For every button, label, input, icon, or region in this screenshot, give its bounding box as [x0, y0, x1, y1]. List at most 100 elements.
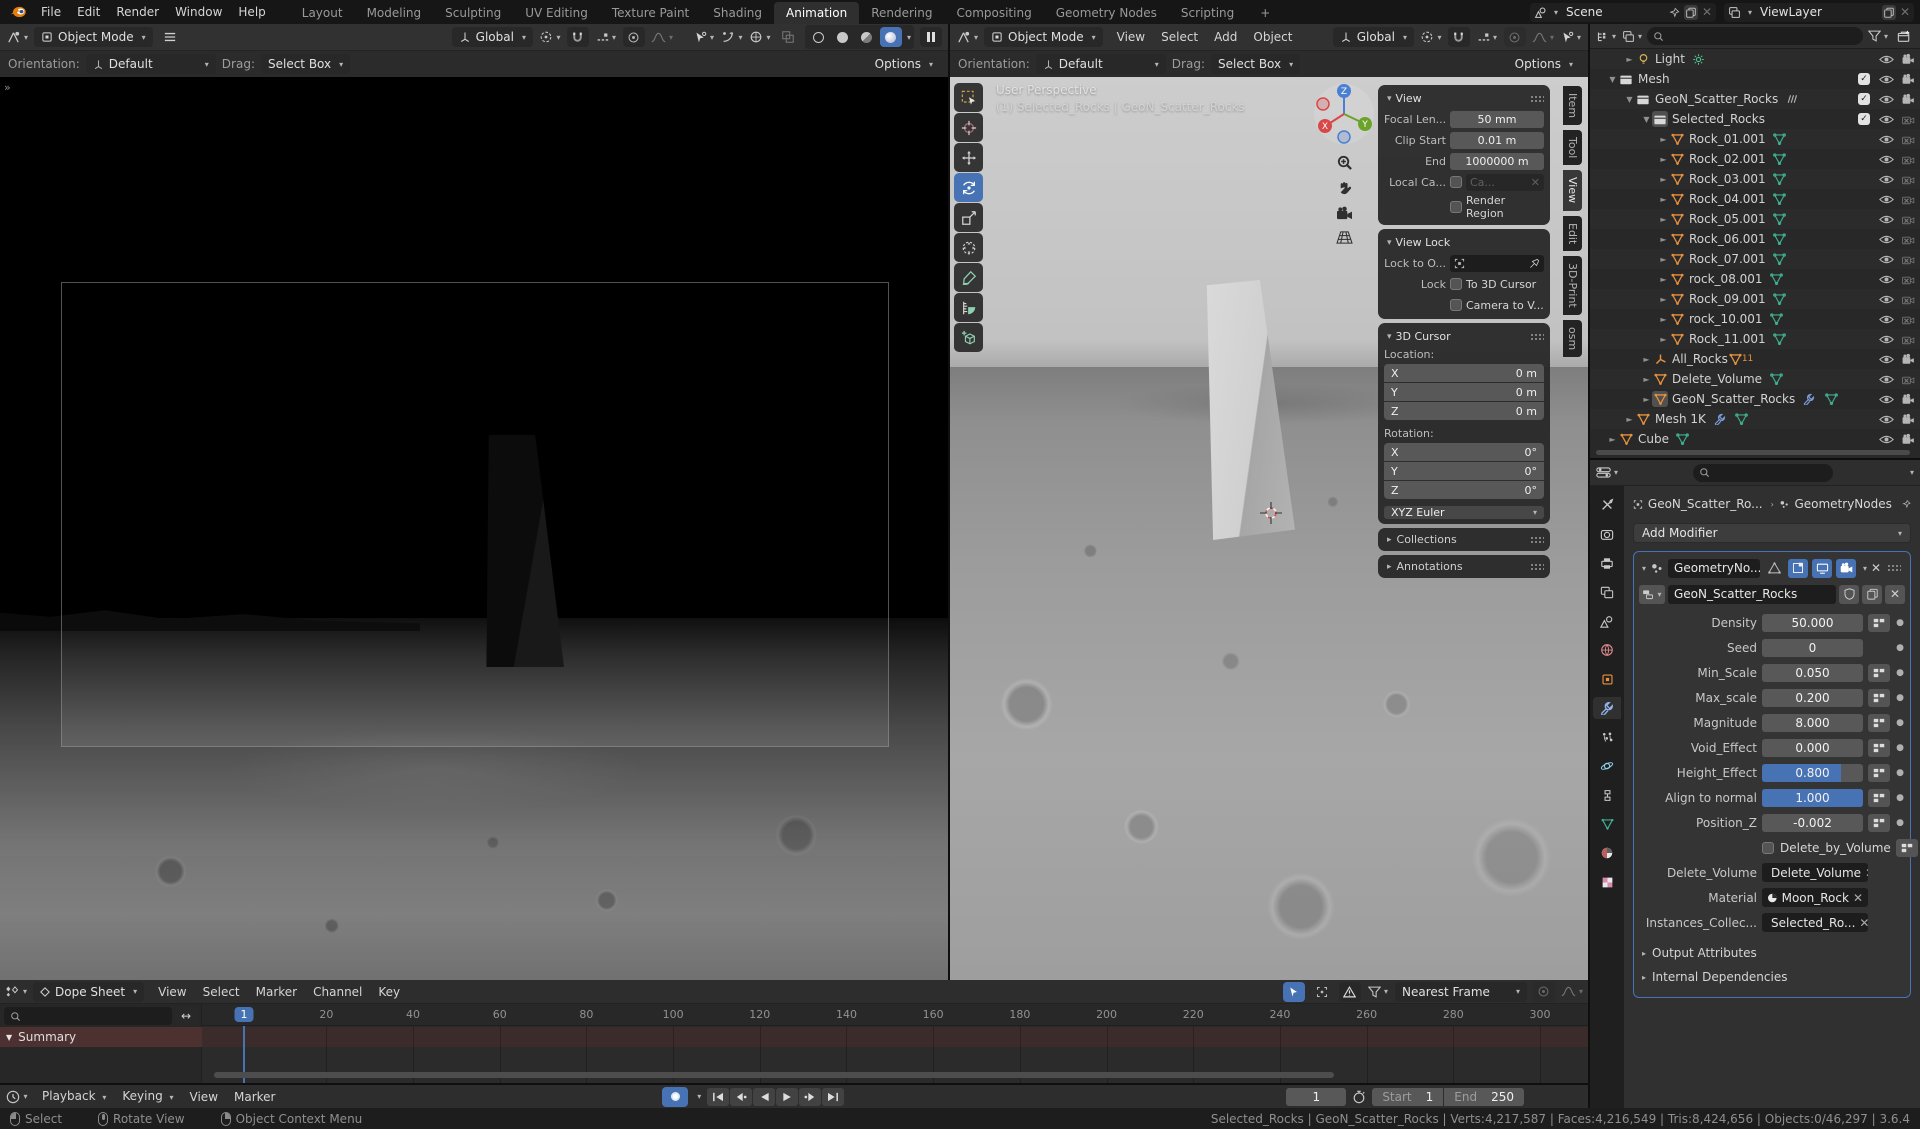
outliner-filter-icon[interactable]: ▾ — [1867, 26, 1889, 46]
checkbox[interactable]: ✓ — [1856, 111, 1872, 127]
render-disabled-toggle[interactable] — [1900, 211, 1916, 227]
lock-3d-cursor-checkbox[interactable] — [1450, 278, 1462, 290]
modifier-drag-handle[interactable] — [1887, 564, 1902, 572]
render-disabled-toggle[interactable] — [1900, 371, 1916, 387]
outliner-item-label[interactable]: Rock_09.001 — [1689, 292, 1766, 306]
input-attribute-toggle[interactable] — [1868, 813, 1890, 832]
scene-selector[interactable]: ▾ Scene ✕ — [1530, 2, 1716, 22]
workspace-tab-texture-paint[interactable]: Texture Paint — [600, 2, 701, 24]
expand-arrow-icon[interactable]: ► — [1641, 395, 1652, 404]
outliner-scrollbar[interactable] — [1596, 450, 1910, 455]
field-value-seed[interactable]: 0 — [1762, 638, 1863, 657]
camera-to-view-checkbox[interactable] — [1450, 299, 1462, 311]
viewport-menu-add[interactable]: Add — [1206, 25, 1245, 49]
properties-search-input[interactable] — [1692, 463, 1833, 482]
outliner-row[interactable]: ► Rock_02.001 — [1590, 149, 1920, 169]
outliner-item-label[interactable]: Mesh — [1638, 72, 1670, 86]
outliner-row[interactable]: ► GeoN_Scatter_Rocks — [1590, 389, 1920, 409]
fake-user-shield-icon[interactable] — [1839, 584, 1859, 604]
expand-arrow-icon[interactable]: ► — [1658, 215, 1669, 224]
field-value-position-z[interactable]: -0.002 — [1762, 813, 1863, 832]
expand-arrow-icon[interactable]: ► — [1658, 335, 1669, 344]
mode-dropdown[interactable]: Object Mode ▾ — [984, 27, 1103, 47]
hide-viewport-toggle[interactable] — [1878, 291, 1894, 307]
outliner-item-label[interactable]: Rock_07.001 — [1689, 252, 1766, 266]
viewport-right-canvas[interactable]: User Perspective (1) Selected_Rocks | Ge… — [950, 77, 1588, 980]
render-disabled-toggle[interactable] — [1900, 171, 1916, 187]
workspace-tab-rendering[interactable]: Rendering — [859, 2, 944, 24]
outliner-row[interactable]: ► Rock_04.001 — [1590, 189, 1920, 209]
drag-dropdown[interactable]: Select Box ▾ — [1210, 54, 1301, 74]
collapse-arrow-icon[interactable]: ▼ — [1607, 75, 1618, 84]
view-panel-header[interactable]: ▾ View — [1384, 90, 1544, 107]
expand-arrow-icon[interactable]: ► — [1658, 255, 1669, 264]
hide-viewport-toggle[interactable] — [1878, 371, 1894, 387]
expand-arrow-icon[interactable]: ► — [1658, 275, 1669, 284]
instances-collection-field[interactable]: Selected_Ro... ✕ — [1762, 913, 1868, 932]
animate-dot[interactable]: ● — [1895, 718, 1905, 728]
timeline-menu-keying[interactable]: Keying ▾ — [114, 1084, 181, 1110]
active-tool-icon[interactable]: ▾ — [693, 27, 715, 47]
scene-name[interactable]: Scene — [1562, 5, 1665, 19]
properties-tab-particles[interactable] — [1593, 726, 1621, 748]
clip-start-field[interactable]: 0.01 m — [1450, 131, 1544, 149]
proportional-editing-icon[interactable] — [1532, 981, 1555, 1002]
local-camera-checkbox[interactable] — [1450, 176, 1462, 188]
outliner-row[interactable]: ► rock_08.001 — [1590, 269, 1920, 289]
outliner-row[interactable]: ▼ GeoN_Scatter_Rocks ✓ — [1590, 89, 1920, 109]
orientation-dropdown[interactable]: Global ▾ — [1332, 27, 1414, 47]
unlink-scene-icon[interactable]: ✕ — [1702, 5, 1712, 19]
hide-viewport-toggle[interactable] — [1878, 311, 1894, 327]
new-scene-icon[interactable] — [1683, 4, 1698, 20]
expand-arrow-icon[interactable]: ► — [1658, 315, 1669, 324]
animate-dot[interactable]: ● — [1895, 818, 1905, 828]
hide-viewport-toggle[interactable] — [1878, 331, 1894, 347]
outliner-row[interactable]: ► Cube — [1590, 429, 1920, 449]
viewport-menu-object[interactable]: Object — [1245, 25, 1300, 49]
outliner-item-label[interactable]: rock_10.001 — [1689, 312, 1763, 326]
collections-panel-header[interactable]: ▸ Collections — [1378, 528, 1550, 551]
input-attribute-toggle[interactable] — [1895, 838, 1918, 857]
field-value-max-scale[interactable]: 0.200 — [1762, 688, 1863, 707]
hide-viewport-toggle[interactable] — [1878, 231, 1894, 247]
collapse-icon[interactable]: ▾ — [1642, 564, 1646, 573]
workspace-tab-modeling[interactable]: Modeling — [355, 2, 434, 24]
outliner-row[interactable]: ► Rock_09.001 — [1590, 289, 1920, 309]
properties-tab-constraints[interactable] — [1593, 784, 1621, 806]
outliner-row[interactable]: ► Rock_07.001 — [1590, 249, 1920, 269]
viewlayer-name[interactable]: ViewLayer — [1756, 5, 1878, 19]
cursor-location-field[interactable]: Y 0 m — [1384, 383, 1544, 401]
outliner-row[interactable]: ► Delete_Volume — [1590, 369, 1920, 389]
snap-magnet-icon[interactable] — [566, 27, 589, 47]
modifier-name-field[interactable]: GeometryNo... — [1668, 558, 1761, 578]
collapsed-menus-icon[interactable] — [159, 27, 181, 47]
annotations-panel-header[interactable]: ▸ Annotations — [1378, 555, 1550, 578]
field-value-min-scale[interactable]: 0.050 — [1762, 663, 1863, 682]
modifier-close-icon[interactable]: ✕ — [1871, 561, 1881, 575]
disable-render-toggle[interactable] — [1900, 51, 1916, 67]
blender-logo-icon[interactable] — [10, 5, 27, 19]
render-disabled-toggle[interactable] — [1900, 331, 1916, 347]
timeline-ruler[interactable]: 20 40 60 80 100 120 140 160 180 200 220 240 260 280 30… — [202, 1004, 1588, 1026]
shading-rendered-icon[interactable] — [879, 27, 902, 47]
viewport-left-canvas[interactable]: » — [0, 77, 948, 980]
falloff-curve-icon[interactable]: ▾ — [1561, 982, 1583, 1002]
menu-help[interactable]: Help — [230, 0, 273, 24]
invert-filter-icon[interactable]: ↔ — [175, 1007, 197, 1025]
channel-search-input[interactable] — [4, 1007, 172, 1025]
expand-arrow-icon[interactable]: ► — [1658, 195, 1669, 204]
expand-arrow-icon[interactable]: ► — [1658, 175, 1669, 184]
breadcrumb-data[interactable]: GeometryNodes — [1794, 497, 1891, 511]
outliner-row[interactable]: ► Rock_03.001 — [1590, 169, 1920, 189]
render-disabled-toggle[interactable] — [1900, 151, 1916, 167]
gizmos-toggle-icon[interactable]: ▾ — [721, 27, 743, 47]
animate-dot[interactable]: ● — [1895, 618, 1905, 628]
hide-viewport-toggle[interactable] — [1878, 131, 1894, 147]
workspace-tab-sculpting[interactable]: Sculpting — [433, 2, 513, 24]
show-render-icon[interactable] — [1836, 558, 1857, 578]
expand-arrow-icon[interactable]: ► — [1658, 295, 1669, 304]
unlink-node-group-icon[interactable]: ✕ — [1885, 584, 1905, 604]
workspace-tab-uv-editing[interactable]: UV Editing — [513, 2, 600, 24]
disable-render-toggle[interactable] — [1900, 91, 1916, 107]
workspace-tab-animation[interactable]: Animation — [774, 2, 860, 24]
